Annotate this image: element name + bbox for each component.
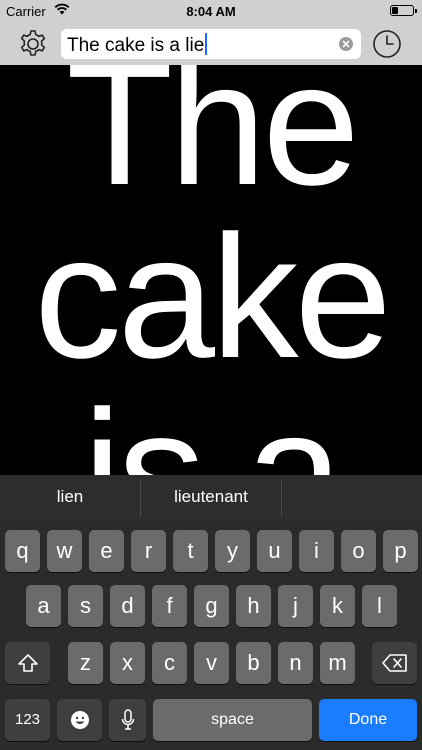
delete-key[interactable] [372,642,417,684]
key-c[interactable]: c [152,642,187,684]
key-a[interactable]: a [26,585,61,627]
key-t[interactable]: t [173,530,208,572]
suggestion-item[interactable]: lieutenant [141,475,281,521]
clock-icon[interactable] [371,28,403,60]
suggestion-item[interactable] [282,475,422,521]
key-q[interactable]: q [5,530,40,572]
numbers-key[interactable]: 123 [5,699,50,741]
key-x[interactable]: x [110,642,145,684]
key-k[interactable]: k [320,585,355,627]
toolbar: The cake is a lie [0,22,422,65]
key-f[interactable]: f [152,585,187,627]
key-v[interactable]: v [194,642,229,684]
status-bar: Carrier 8:04 AM [0,0,422,22]
display-line: is a [82,375,343,475]
key-p[interactable]: p [383,530,418,572]
key-m[interactable]: m [320,642,355,684]
backspace-icon [381,654,407,672]
shift-key[interactable] [5,642,50,684]
emoji-icon [70,711,89,729]
key-b[interactable]: b [236,642,271,684]
clear-icon[interactable] [339,37,353,51]
display-line: cake [34,200,392,395]
key-h[interactable]: h [236,585,271,627]
keyboard: lien lieutenant q w e r t y u i o p a s … [0,475,422,750]
key-y[interactable]: y [215,530,250,572]
text-caret [205,33,208,55]
key-z[interactable]: z [68,642,103,684]
key-u[interactable]: u [257,530,292,572]
key-l[interactable]: l [362,585,397,627]
display-line: The [66,65,360,222]
key-g[interactable]: g [194,585,229,627]
suggestion-item[interactable]: lien [0,475,140,521]
emoji-key[interactable] [57,699,102,741]
key-o[interactable]: o [341,530,376,572]
key-r[interactable]: r [131,530,166,572]
key-e[interactable]: e [89,530,124,572]
search-input-value: The cake is a lie [67,33,208,57]
key-j[interactable]: j [278,585,313,627]
shift-icon [17,654,38,672]
dictation-key[interactable] [109,699,146,741]
key-n[interactable]: n [278,642,313,684]
suggestion-bar: lien lieutenant [0,475,422,521]
text-display: The cake is a [0,65,422,475]
status-time: 8:04 AM [186,4,236,19]
key-d[interactable]: d [110,585,145,627]
space-key[interactable]: space [153,699,312,741]
key-i[interactable]: i [299,530,334,572]
key-s[interactable]: s [68,585,103,627]
done-button[interactable]: Done [319,699,417,741]
microphone-icon [121,709,134,730]
gear-icon[interactable] [17,28,49,60]
battery-icon [390,5,417,16]
key-w[interactable]: w [47,530,82,572]
search-input[interactable]: The cake is a lie [61,29,361,59]
